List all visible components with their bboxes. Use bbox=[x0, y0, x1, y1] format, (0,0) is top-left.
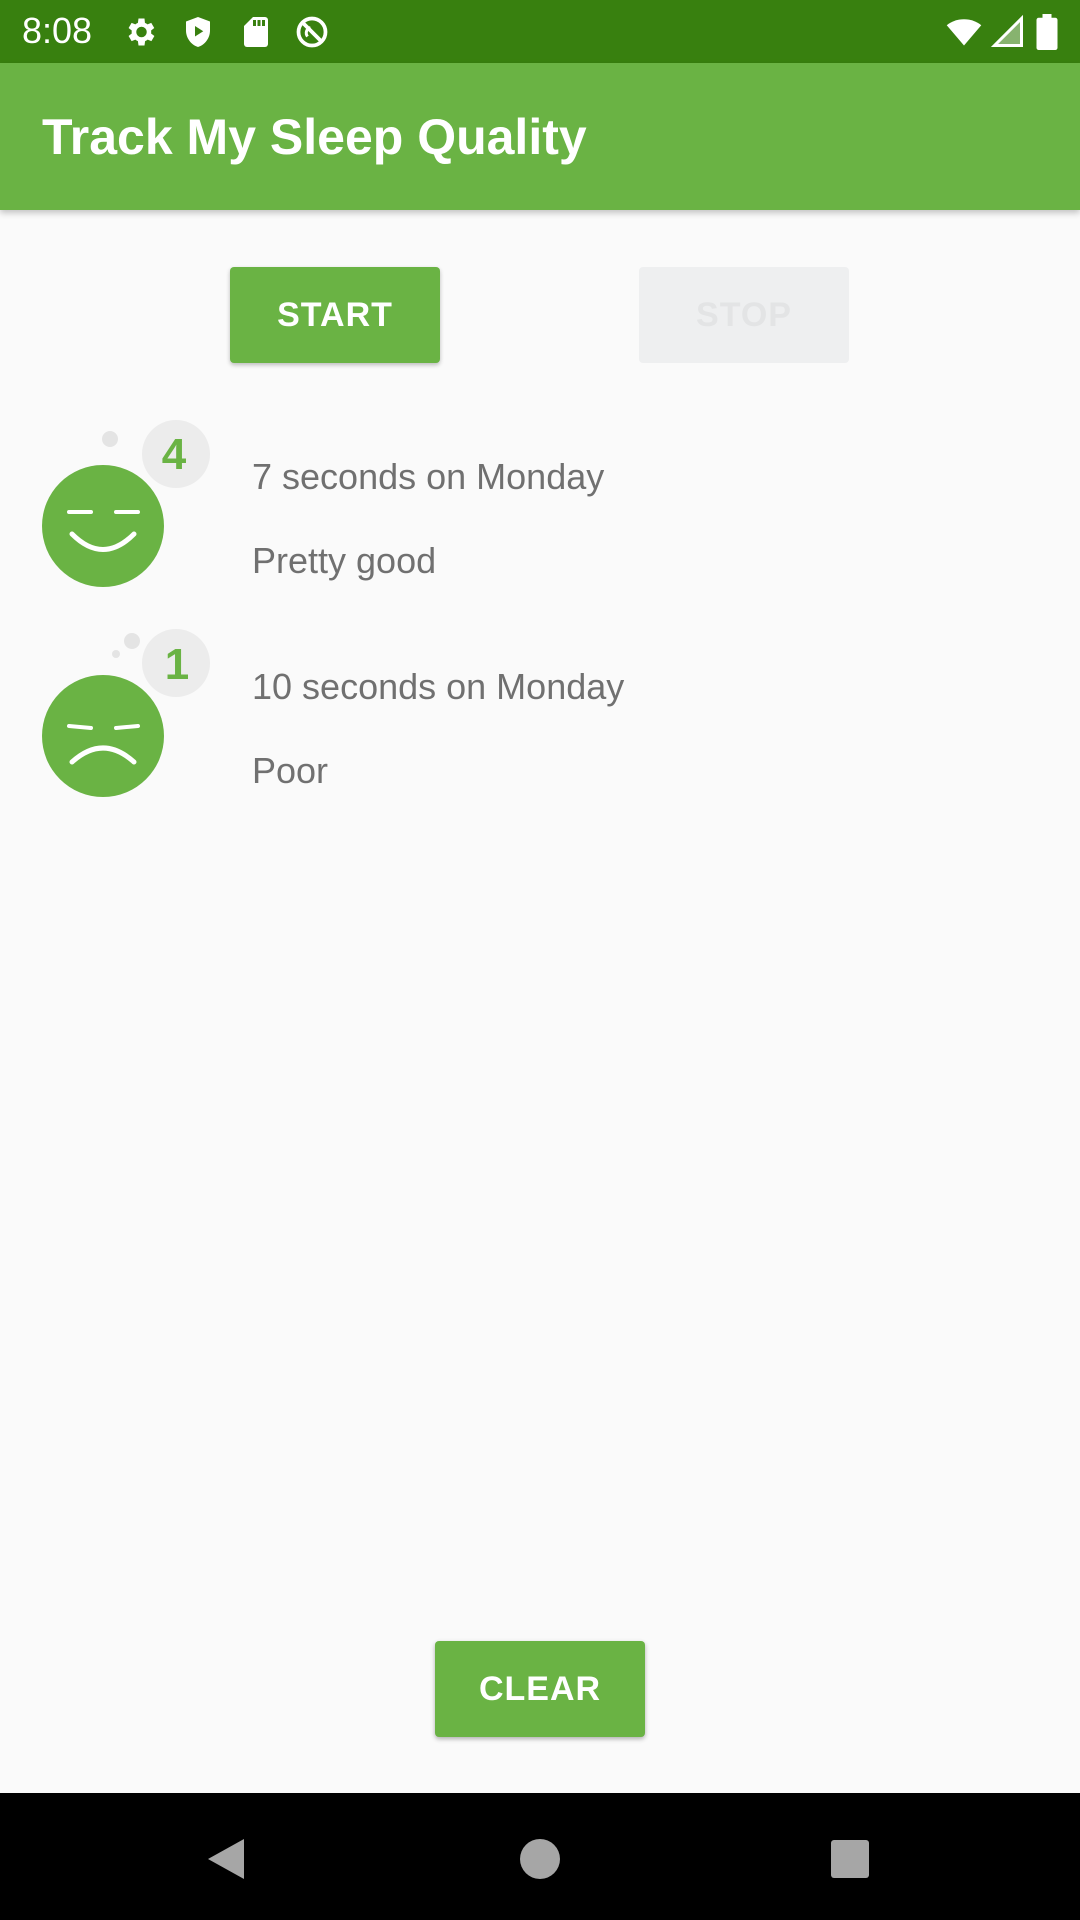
recents-icon[interactable] bbox=[822, 1831, 878, 1887]
rating-number: 4 bbox=[162, 430, 187, 479]
navigation-bar bbox=[0, 1793, 1080, 1920]
sleep-duration: 10 seconds on Monday bbox=[252, 666, 625, 707]
battery-icon bbox=[1036, 14, 1058, 50]
sleep-quality: Poor bbox=[252, 750, 329, 791]
gear-icon bbox=[128, 18, 155, 46]
stop-button[interactable]: STOP bbox=[639, 267, 849, 363]
status-time: 8:08 bbox=[22, 10, 93, 51]
signal-icon bbox=[990, 14, 1023, 47]
shield-play-icon bbox=[186, 17, 210, 47]
clear-button[interactable]: CLEAR bbox=[435, 1641, 645, 1737]
app-bar: Track My Sleep Quality bbox=[0, 63, 1080, 210]
sad-face-icon: 1 bbox=[42, 629, 210, 797]
rating-number: 1 bbox=[165, 640, 189, 689]
no-sync-icon bbox=[296, 16, 328, 48]
wifi-icon bbox=[946, 19, 982, 46]
happy-face-icon: 4 bbox=[42, 420, 210, 587]
back-icon[interactable] bbox=[198, 1831, 254, 1887]
app-title: Track My Sleep Quality bbox=[42, 109, 587, 165]
list-item[interactable]: 4 7 seconds on Monday Pretty good bbox=[0, 415, 1080, 615]
start-button[interactable]: START bbox=[230, 267, 440, 363]
sleep-duration: 7 seconds on Monday bbox=[252, 456, 605, 497]
sleep-quality: Pretty good bbox=[252, 540, 437, 581]
home-icon[interactable] bbox=[512, 1831, 568, 1887]
list-item[interactable]: 1 10 seconds on Monday Poor bbox=[0, 625, 1080, 825]
sd-card-icon bbox=[244, 17, 268, 47]
status-bar: 8:08 bbox=[0, 0, 1080, 63]
